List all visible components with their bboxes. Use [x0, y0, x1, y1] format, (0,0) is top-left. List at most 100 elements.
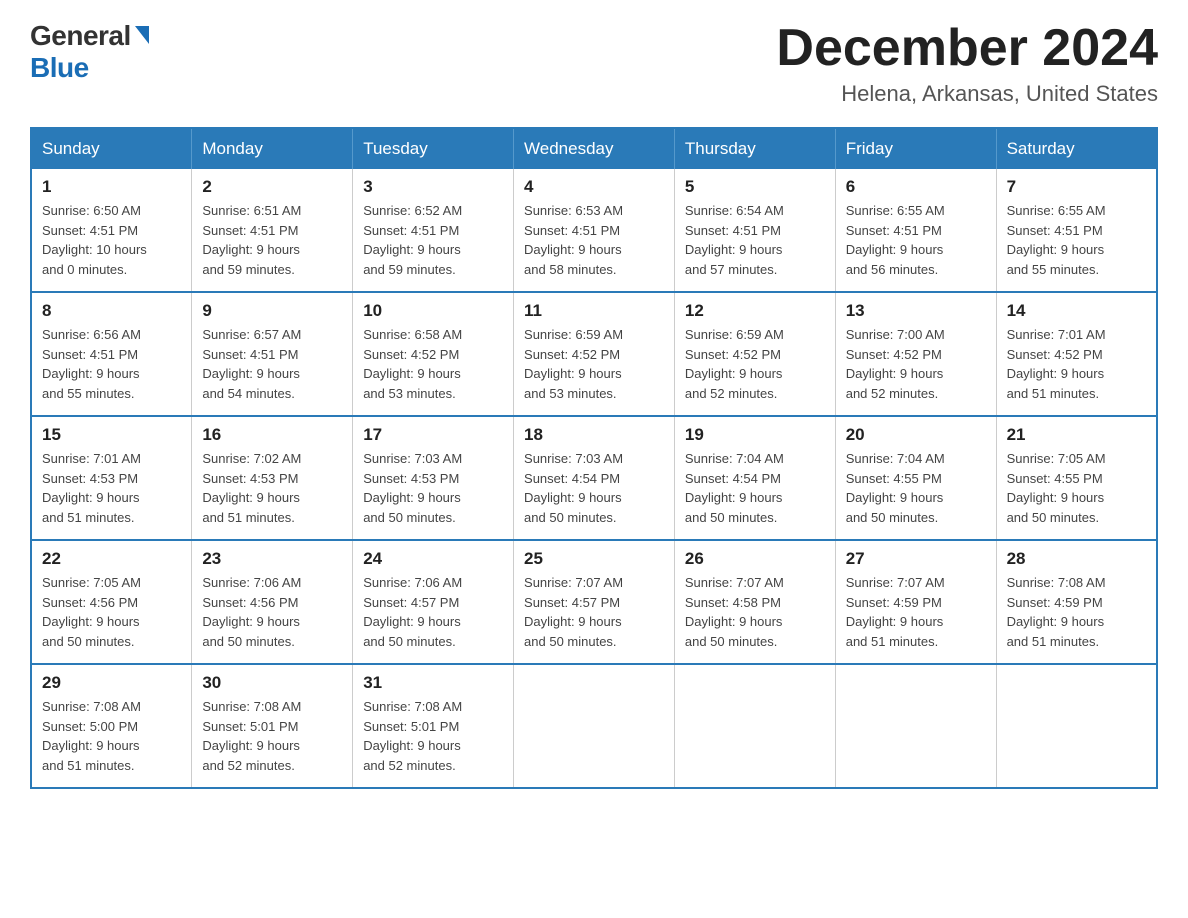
- day-number: 5: [685, 177, 825, 197]
- logo: General Blue: [30, 20, 149, 84]
- day-number: 7: [1007, 177, 1146, 197]
- day-number: 26: [685, 549, 825, 569]
- day-info: Sunrise: 6:58 AMSunset: 4:52 PMDaylight:…: [363, 325, 503, 403]
- calendar-cell: 28 Sunrise: 7:08 AMSunset: 4:59 PMDaylig…: [996, 540, 1157, 664]
- day-number: 13: [846, 301, 986, 321]
- calendar-cell: [514, 664, 675, 788]
- day-number: 4: [524, 177, 664, 197]
- day-info: Sunrise: 6:52 AMSunset: 4:51 PMDaylight:…: [363, 201, 503, 279]
- day-info: Sunrise: 7:03 AMSunset: 4:54 PMDaylight:…: [524, 449, 664, 527]
- day-number: 22: [42, 549, 181, 569]
- day-number: 11: [524, 301, 664, 321]
- calendar-week-row: 29 Sunrise: 7:08 AMSunset: 5:00 PMDaylig…: [31, 664, 1157, 788]
- day-number: 29: [42, 673, 181, 693]
- day-number: 15: [42, 425, 181, 445]
- logo-blue-text: Blue: [30, 52, 89, 84]
- calendar-cell: 7 Sunrise: 6:55 AMSunset: 4:51 PMDayligh…: [996, 169, 1157, 292]
- day-number: 28: [1007, 549, 1146, 569]
- calendar-cell: 23 Sunrise: 7:06 AMSunset: 4:56 PMDaylig…: [192, 540, 353, 664]
- day-info: Sunrise: 7:04 AMSunset: 4:54 PMDaylight:…: [685, 449, 825, 527]
- calendar-cell: 21 Sunrise: 7:05 AMSunset: 4:55 PMDaylig…: [996, 416, 1157, 540]
- calendar-cell: 19 Sunrise: 7:04 AMSunset: 4:54 PMDaylig…: [674, 416, 835, 540]
- calendar-cell: [674, 664, 835, 788]
- day-info: Sunrise: 6:59 AMSunset: 4:52 PMDaylight:…: [524, 325, 664, 403]
- day-info: Sunrise: 6:53 AMSunset: 4:51 PMDaylight:…: [524, 201, 664, 279]
- day-number: 1: [42, 177, 181, 197]
- calendar-cell: [835, 664, 996, 788]
- calendar-week-row: 15 Sunrise: 7:01 AMSunset: 4:53 PMDaylig…: [31, 416, 1157, 540]
- day-info: Sunrise: 7:08 AMSunset: 5:01 PMDaylight:…: [363, 697, 503, 775]
- day-info: Sunrise: 7:01 AMSunset: 4:52 PMDaylight:…: [1007, 325, 1146, 403]
- day-info: Sunrise: 7:07 AMSunset: 4:57 PMDaylight:…: [524, 573, 664, 651]
- day-number: 3: [363, 177, 503, 197]
- calendar-cell: 17 Sunrise: 7:03 AMSunset: 4:53 PMDaylig…: [353, 416, 514, 540]
- day-info: Sunrise: 7:08 AMSunset: 5:00 PMDaylight:…: [42, 697, 181, 775]
- day-info: Sunrise: 6:56 AMSunset: 4:51 PMDaylight:…: [42, 325, 181, 403]
- calendar-cell: 4 Sunrise: 6:53 AMSunset: 4:51 PMDayligh…: [514, 169, 675, 292]
- calendar-cell: 2 Sunrise: 6:51 AMSunset: 4:51 PMDayligh…: [192, 169, 353, 292]
- title-area: December 2024 Helena, Arkansas, United S…: [776, 20, 1158, 107]
- day-number: 21: [1007, 425, 1146, 445]
- day-number: 16: [202, 425, 342, 445]
- day-number: 12: [685, 301, 825, 321]
- calendar-cell: 18 Sunrise: 7:03 AMSunset: 4:54 PMDaylig…: [514, 416, 675, 540]
- calendar-cell: 14 Sunrise: 7:01 AMSunset: 4:52 PMDaylig…: [996, 292, 1157, 416]
- day-number: 20: [846, 425, 986, 445]
- weekday-header-saturday: Saturday: [996, 128, 1157, 169]
- day-number: 27: [846, 549, 986, 569]
- calendar-cell: 1 Sunrise: 6:50 AMSunset: 4:51 PMDayligh…: [31, 169, 192, 292]
- calendar-cell: 9 Sunrise: 6:57 AMSunset: 4:51 PMDayligh…: [192, 292, 353, 416]
- calendar-week-row: 22 Sunrise: 7:05 AMSunset: 4:56 PMDaylig…: [31, 540, 1157, 664]
- day-number: 14: [1007, 301, 1146, 321]
- day-info: Sunrise: 6:54 AMSunset: 4:51 PMDaylight:…: [685, 201, 825, 279]
- day-info: Sunrise: 7:07 AMSunset: 4:58 PMDaylight:…: [685, 573, 825, 651]
- day-info: Sunrise: 6:57 AMSunset: 4:51 PMDaylight:…: [202, 325, 342, 403]
- calendar-cell: 30 Sunrise: 7:08 AMSunset: 5:01 PMDaylig…: [192, 664, 353, 788]
- calendar-header: SundayMondayTuesdayWednesdayThursdayFrid…: [31, 128, 1157, 169]
- day-number: 24: [363, 549, 503, 569]
- calendar-cell: 25 Sunrise: 7:07 AMSunset: 4:57 PMDaylig…: [514, 540, 675, 664]
- day-info: Sunrise: 6:55 AMSunset: 4:51 PMDaylight:…: [846, 201, 986, 279]
- day-number: 17: [363, 425, 503, 445]
- calendar-week-row: 1 Sunrise: 6:50 AMSunset: 4:51 PMDayligh…: [31, 169, 1157, 292]
- calendar-cell: 15 Sunrise: 7:01 AMSunset: 4:53 PMDaylig…: [31, 416, 192, 540]
- weekday-row: SundayMondayTuesdayWednesdayThursdayFrid…: [31, 128, 1157, 169]
- calendar-cell: 26 Sunrise: 7:07 AMSunset: 4:58 PMDaylig…: [674, 540, 835, 664]
- calendar-cell: 6 Sunrise: 6:55 AMSunset: 4:51 PMDayligh…: [835, 169, 996, 292]
- day-number: 10: [363, 301, 503, 321]
- calendar-cell: 22 Sunrise: 7:05 AMSunset: 4:56 PMDaylig…: [31, 540, 192, 664]
- calendar-cell: 12 Sunrise: 6:59 AMSunset: 4:52 PMDaylig…: [674, 292, 835, 416]
- weekday-header-tuesday: Tuesday: [353, 128, 514, 169]
- header: General Blue December 2024 Helena, Arkan…: [30, 20, 1158, 107]
- day-number: 8: [42, 301, 181, 321]
- day-info: Sunrise: 7:05 AMSunset: 4:56 PMDaylight:…: [42, 573, 181, 651]
- day-info: Sunrise: 6:55 AMSunset: 4:51 PMDaylight:…: [1007, 201, 1146, 279]
- day-number: 9: [202, 301, 342, 321]
- calendar-cell: 5 Sunrise: 6:54 AMSunset: 4:51 PMDayligh…: [674, 169, 835, 292]
- calendar-cell: 31 Sunrise: 7:08 AMSunset: 5:01 PMDaylig…: [353, 664, 514, 788]
- calendar-table: SundayMondayTuesdayWednesdayThursdayFrid…: [30, 127, 1158, 789]
- day-info: Sunrise: 7:03 AMSunset: 4:53 PMDaylight:…: [363, 449, 503, 527]
- day-info: Sunrise: 6:51 AMSunset: 4:51 PMDaylight:…: [202, 201, 342, 279]
- day-number: 30: [202, 673, 342, 693]
- calendar-cell: 13 Sunrise: 7:00 AMSunset: 4:52 PMDaylig…: [835, 292, 996, 416]
- day-info: Sunrise: 7:02 AMSunset: 4:53 PMDaylight:…: [202, 449, 342, 527]
- day-info: Sunrise: 7:06 AMSunset: 4:56 PMDaylight:…: [202, 573, 342, 651]
- day-number: 25: [524, 549, 664, 569]
- weekday-header-sunday: Sunday: [31, 128, 192, 169]
- day-info: Sunrise: 7:05 AMSunset: 4:55 PMDaylight:…: [1007, 449, 1146, 527]
- calendar-cell: 10 Sunrise: 6:58 AMSunset: 4:52 PMDaylig…: [353, 292, 514, 416]
- calendar-week-row: 8 Sunrise: 6:56 AMSunset: 4:51 PMDayligh…: [31, 292, 1157, 416]
- day-info: Sunrise: 7:07 AMSunset: 4:59 PMDaylight:…: [846, 573, 986, 651]
- calendar-cell: 16 Sunrise: 7:02 AMSunset: 4:53 PMDaylig…: [192, 416, 353, 540]
- weekday-header-thursday: Thursday: [674, 128, 835, 169]
- day-number: 6: [846, 177, 986, 197]
- calendar-cell: 27 Sunrise: 7:07 AMSunset: 4:59 PMDaylig…: [835, 540, 996, 664]
- day-info: Sunrise: 7:08 AMSunset: 5:01 PMDaylight:…: [202, 697, 342, 775]
- calendar-body: 1 Sunrise: 6:50 AMSunset: 4:51 PMDayligh…: [31, 169, 1157, 788]
- calendar-cell: 3 Sunrise: 6:52 AMSunset: 4:51 PMDayligh…: [353, 169, 514, 292]
- day-info: Sunrise: 6:50 AMSunset: 4:51 PMDaylight:…: [42, 201, 181, 279]
- day-info: Sunrise: 7:08 AMSunset: 4:59 PMDaylight:…: [1007, 573, 1146, 651]
- weekday-header-monday: Monday: [192, 128, 353, 169]
- calendar-cell: 8 Sunrise: 6:56 AMSunset: 4:51 PMDayligh…: [31, 292, 192, 416]
